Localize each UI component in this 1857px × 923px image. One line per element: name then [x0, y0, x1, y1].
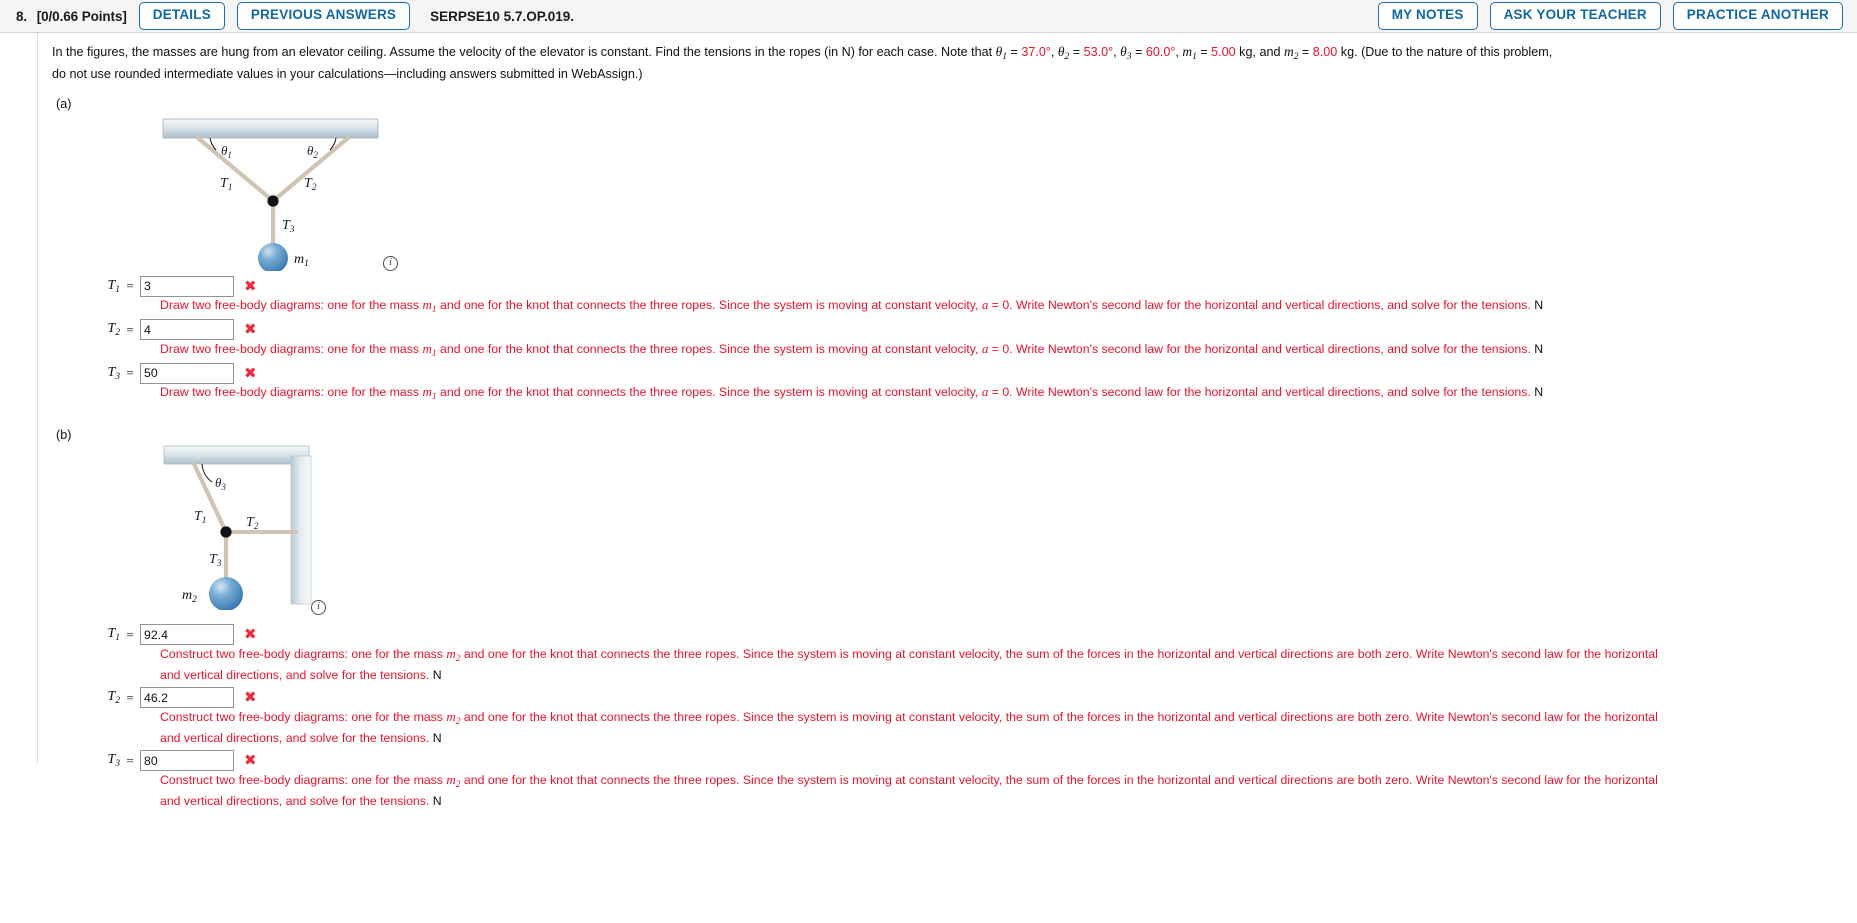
question-code: SERPSE10 5.7.OP.019.	[430, 8, 574, 24]
incorrect-mark: ✖	[244, 276, 257, 295]
previous-answers-button[interactable]: PREVIOUS ANSWERS	[236, 2, 411, 30]
mass-ball-m1	[258, 243, 288, 271]
answer-input-t3-b[interactable]	[140, 750, 234, 771]
incorrect-mark: ✖	[244, 625, 257, 643]
equals-sign: =	[126, 752, 134, 768]
equals-sign: =	[126, 626, 134, 642]
answer-input-t2-a[interactable]	[140, 319, 234, 340]
answer-row: T2 = ✖	[86, 687, 1857, 709]
answer-row: T1 = ✖	[86, 624, 1857, 646]
knot-point	[267, 195, 279, 207]
problem-statement: In the figures, the masses are hung from…	[52, 44, 1553, 81]
feedback-text: Construct two free-body diagrams: one fo…	[160, 771, 1658, 809]
incorrect-mark: ✖	[244, 688, 257, 706]
ceiling-beam	[163, 445, 310, 464]
answer-symbol: T2	[107, 689, 120, 706]
details-button[interactable]: DETAILS	[138, 2, 225, 30]
incorrect-mark: ✖	[244, 751, 257, 769]
mass-label-m2: m2	[182, 588, 197, 605]
feedback-text: Construct two free-body diagrams: one fo…	[160, 708, 1658, 746]
feedback-text: Construct two free-body diagrams: one fo…	[160, 645, 1658, 683]
theta3-label: θ3	[215, 475, 226, 492]
my-notes-button[interactable]: MY NOTES	[1377, 2, 1478, 30]
left-divider	[37, 33, 38, 763]
equals-sign: =	[126, 689, 134, 705]
theta1-label: θ1	[221, 143, 232, 160]
answer-row: T1 = ✖	[86, 275, 1857, 297]
figure-part-b: θ3 T1 T2 T3 m2 i	[98, 442, 1857, 615]
knot-point	[220, 525, 232, 538]
answer-input-t3-a[interactable]	[140, 362, 234, 384]
t3-label: T3	[209, 552, 222, 569]
answer-input-t1-a[interactable]	[140, 275, 234, 297]
answers-part-b: T1 = ✖ Construct two free-body diagrams:…	[86, 624, 1857, 810]
feedback-text: Draw two free-body diagrams: one for the…	[160, 384, 1544, 402]
feedback-text: Draw two free-body diagrams: one for the…	[160, 340, 1544, 359]
info-icon-part-b[interactable]: i	[311, 599, 326, 615]
answer-symbol: T3	[107, 364, 120, 382]
answer-symbol: T3	[107, 752, 120, 769]
t3-label: T3	[282, 218, 295, 235]
answer-input-t1-b[interactable]	[140, 624, 234, 645]
answer-symbol: T1	[107, 277, 120, 295]
header-actions: MY NOTES ASK YOUR TEACHER PRACTICE ANOTH…	[1366, 2, 1849, 30]
t1-label: T1	[220, 176, 233, 193]
part-b-label: (b)	[56, 427, 72, 442]
answer-row: T3 = ✖	[86, 750, 1857, 772]
incorrect-mark: ✖	[244, 320, 257, 338]
feedback-text: Draw two free-body diagrams: one for the…	[160, 297, 1544, 315]
t2-label: T2	[246, 515, 259, 532]
figure-part-a: θ1 θ2 T1 T2 T3 m1 i	[98, 111, 1857, 271]
part-a-label: (a)	[56, 97, 72, 111]
answer-symbol: T2	[107, 321, 120, 338]
practice-another-button[interactable]: PRACTICE ANOTHER	[1672, 2, 1843, 30]
mass-label-m1: m1	[294, 252, 309, 269]
mass-ball-m2	[209, 576, 243, 610]
theta2-label: θ2	[307, 143, 318, 160]
question-body: In the figures, the masses are hung from…	[0, 33, 1857, 810]
incorrect-mark: ✖	[244, 363, 257, 382]
t2-label: T2	[304, 176, 317, 193]
equals-sign: =	[126, 365, 134, 380]
answer-symbol: T1	[107, 626, 120, 643]
info-icon-part-a[interactable]: i	[383, 256, 398, 271]
ceiling-beam	[162, 118, 379, 139]
answer-row: T3 = ✖	[86, 362, 1857, 384]
ask-your-teacher-button[interactable]: ASK YOUR TEACHER	[1489, 2, 1661, 30]
equals-sign: =	[126, 321, 134, 337]
t1-label: T1	[194, 509, 207, 526]
answer-row: T2 = ✖	[86, 319, 1857, 341]
question-header-bar: 8. [0/0.66 Points] DETAILS PREVIOUS ANSW…	[0, 0, 1857, 33]
equals-sign: =	[126, 278, 134, 293]
answer-input-t2-b[interactable]	[140, 687, 234, 708]
question-number: 8. [0/0.66 Points]	[16, 8, 127, 24]
rope-t1	[195, 135, 276, 204]
answers-part-a: T1 = ✖ Draw two free-body diagrams: one …	[86, 275, 1857, 406]
